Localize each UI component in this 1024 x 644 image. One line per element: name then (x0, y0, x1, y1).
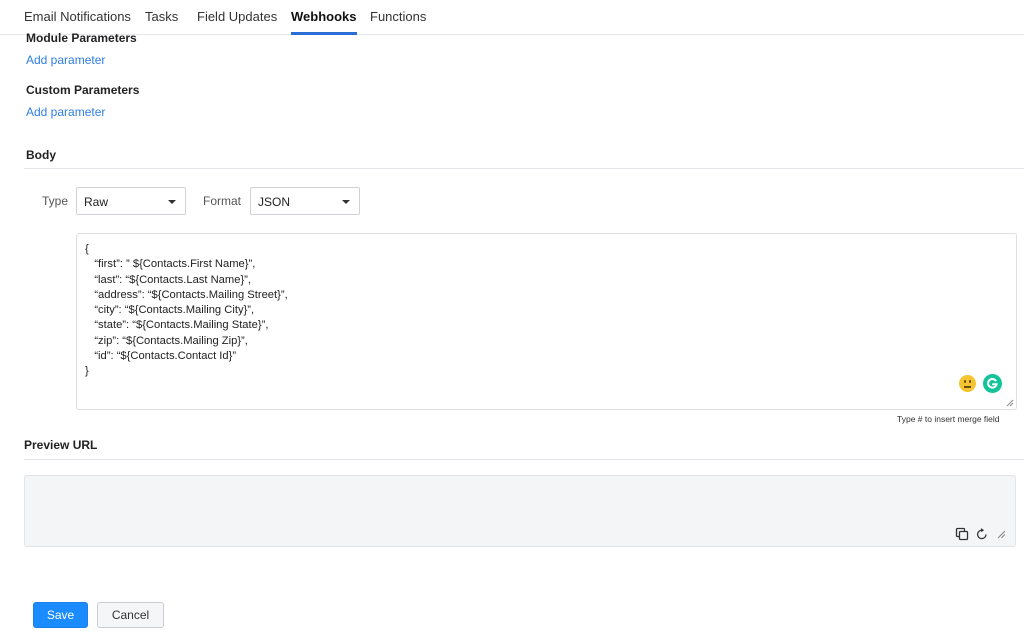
tab-bar: Email Notifications Tasks Field Updates … (0, 0, 1024, 35)
grammarly-icon[interactable] (983, 374, 1002, 393)
tab-tasks[interactable]: Tasks (145, 0, 178, 34)
tab-functions[interactable]: Functions (370, 0, 426, 34)
type-select[interactable]: Raw (76, 187, 186, 215)
tab-email-notifications[interactable]: Email Notifications (24, 0, 131, 34)
format-label: Format (203, 194, 242, 208)
body-title: Body (26, 148, 56, 162)
preview-divider (24, 459, 1024, 460)
body-textarea[interactable]: { “first”: ” ${Contacts.First Name}”, “l… (76, 233, 1017, 410)
copy-icon[interactable] (955, 527, 969, 541)
preview-url-title: Preview URL (24, 438, 98, 452)
custom-parameters-title: Custom Parameters (26, 83, 140, 97)
body-content[interactable]: { “first”: ” ${Contacts.First Name}”, “l… (85, 242, 288, 380)
resize-handle-icon[interactable] (997, 530, 1006, 539)
type-select-value: Raw (84, 195, 109, 209)
add-module-parameter-link[interactable]: Add parameter (26, 53, 105, 67)
preview-url-field[interactable] (24, 475, 1016, 547)
module-parameters-title: Module Parameters (26, 31, 137, 45)
chevron-down-icon (168, 200, 176, 204)
refresh-icon[interactable] (975, 527, 989, 541)
body-divider (24, 168, 1024, 169)
resize-handle-icon[interactable] (1006, 399, 1014, 407)
type-label: Type (42, 194, 69, 208)
neutral-face-emoji-icon[interactable] (959, 375, 976, 392)
chevron-down-icon (342, 200, 350, 204)
add-custom-parameter-link[interactable]: Add parameter (26, 105, 105, 119)
cancel-button[interactable]: Cancel (97, 602, 164, 628)
format-select-value: JSON (258, 195, 291, 209)
tab-field-updates[interactable]: Field Updates (197, 0, 277, 34)
tab-webhooks[interactable]: Webhooks (291, 0, 357, 35)
format-select[interactable]: JSON (250, 187, 360, 215)
merge-field-hint: Type # to insert merge field (897, 414, 1000, 424)
save-button[interactable]: Save (33, 602, 88, 628)
